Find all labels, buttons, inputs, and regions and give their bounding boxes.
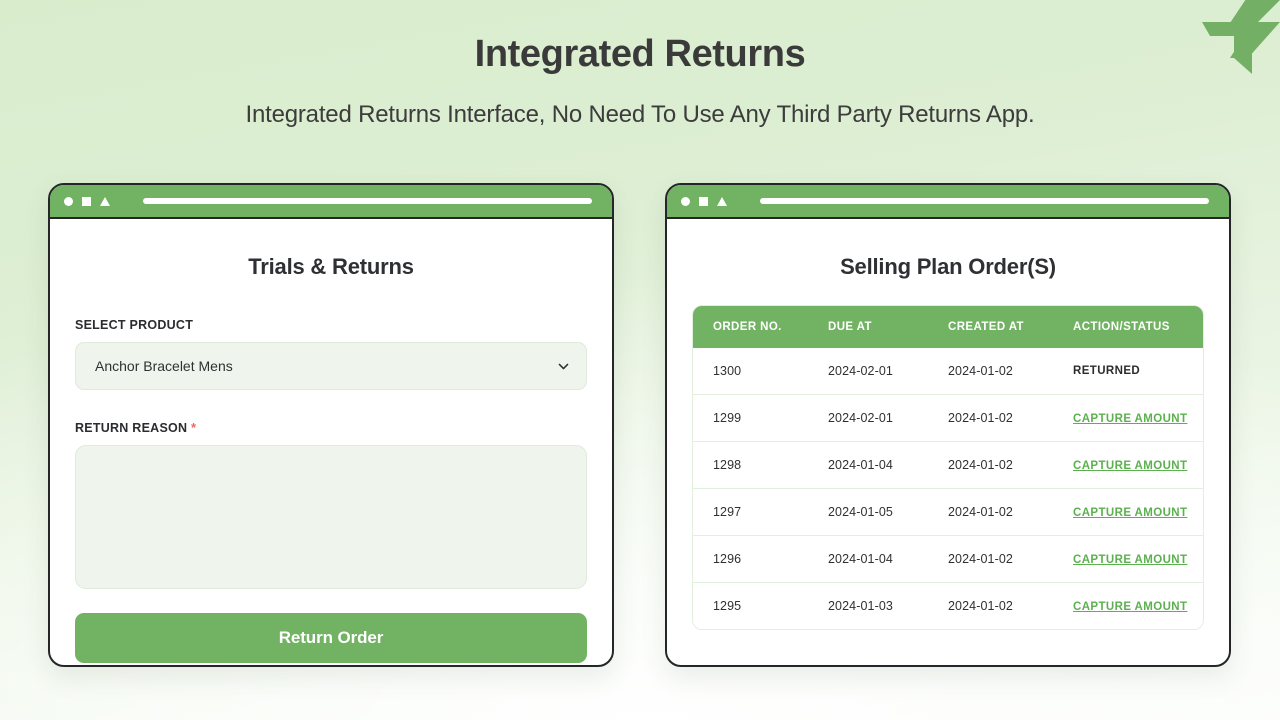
cell-created-at: 2024-01-02 <box>948 364 1013 378</box>
column-header-order-no: ORDER NO. <box>713 321 782 333</box>
cell-order-no: 1300 <box>713 364 742 378</box>
triangle-icon <box>717 196 727 206</box>
table-row: 1295 2024-01-03 2024-01-02 CAPTURE AMOUNT <box>693 582 1203 630</box>
cell-due-at: 2024-01-03 <box>828 599 893 613</box>
browser-chrome-bar-left <box>50 185 612 219</box>
column-header-created-at: CREATED AT <box>948 321 1024 333</box>
cell-due-at: 2024-02-01 <box>828 411 893 425</box>
cell-order-no: 1296 <box>713 552 742 566</box>
return-reason-input[interactable] <box>75 445 587 589</box>
select-product-dropdown[interactable]: Anchor Bracelet Mens <box>75 342 587 390</box>
circle-icon <box>64 196 73 206</box>
cell-due-at: 2024-01-05 <box>828 505 893 519</box>
cell-order-no: 1295 <box>713 599 742 613</box>
cell-created-at: 2024-01-02 <box>948 552 1013 566</box>
table-row: 1296 2024-01-04 2024-01-02 CAPTURE AMOUNT <box>693 535 1203 583</box>
cell-action: CAPTURE AMOUNT <box>1073 395 1203 442</box>
cell-order-no: 1297 <box>713 505 742 519</box>
cell-action: CAPTURE AMOUNT <box>1073 442 1203 489</box>
cell-action: CAPTURE AMOUNT <box>1073 489 1203 536</box>
cell-created-at: 2024-01-02 <box>948 599 1013 613</box>
select-product-value: Anchor Bracelet Mens <box>95 358 233 374</box>
cell-order-no: 1299 <box>713 411 742 425</box>
orders-table: ORDER NO. DUE AT CREATED AT ACTION/STATU… <box>693 306 1203 629</box>
cell-created-at: 2024-01-02 <box>948 505 1013 519</box>
capture-amount-link[interactable]: CAPTURE AMOUNT <box>1073 554 1187 566</box>
orders-table-body: 1300 2024-02-01 2024-01-02 RETURNED 1299 2024… <box>693 348 1203 629</box>
trials-returns-body: Trials & Returns SELECT PRODUCT Anchor B… <box>50 219 612 663</box>
table-row: 1298 2024-01-04 2024-01-02 CAPTURE AMOUNT <box>693 441 1203 489</box>
return-order-button[interactable]: Return Order <box>75 613 587 663</box>
page-subtitle: Integrated Returns Interface, No Need To… <box>245 101 1035 128</box>
selling-plan-orders-body: Selling Plan Order(S) ORDER NO. DUE AT C… <box>667 219 1229 630</box>
chevron-down-icon <box>558 363 569 369</box>
selling-plan-orders-heading: Selling Plan Order(S) <box>840 254 1056 279</box>
table-row: 1297 2024-01-05 2024-01-02 CAPTURE AMOUNT <box>693 488 1203 536</box>
column-header-action: ACTION/STATUS <box>1073 321 1170 333</box>
browser-chrome-bar-right <box>667 185 1229 219</box>
capture-amount-link[interactable]: CAPTURE AMOUNT <box>1073 507 1187 519</box>
page-title: Integrated Returns <box>474 33 806 75</box>
cell-action: CAPTURE AMOUNT <box>1073 583 1203 630</box>
column-header-due-at: DUE AT <box>828 321 872 333</box>
status-badge: RETURNED <box>1073 365 1141 377</box>
square-icon <box>699 196 708 206</box>
capture-amount-link[interactable]: CAPTURE AMOUNT <box>1073 413 1187 425</box>
orders-table-wrapper: ORDER NO. DUE AT CREATED AT ACTION/STATU… <box>692 305 1204 630</box>
select-product-label: SELECT PRODUCT <box>75 318 194 332</box>
cell-created-at: 2024-01-02 <box>948 411 1013 425</box>
trials-returns-heading: Trials & Returns <box>248 254 414 279</box>
cell-order-no: 1298 <box>713 458 742 472</box>
selling-plan-orders-window: Selling Plan Order(S) ORDER NO. DUE AT C… <box>665 183 1231 667</box>
address-bar[interactable] <box>143 198 592 204</box>
capture-amount-link[interactable]: CAPTURE AMOUNT <box>1073 601 1187 613</box>
triangle-icon <box>100 196 110 206</box>
address-bar[interactable] <box>760 198 1209 204</box>
cell-due-at: 2024-01-04 <box>828 458 893 472</box>
return-reason-label-text: RETURN REASON <box>75 421 188 435</box>
page-root: Integrated Returns Integrated Returns In… <box>0 0 1280 720</box>
cell-action: CAPTURE AMOUNT <box>1073 536 1203 583</box>
square-icon <box>82 196 91 206</box>
return-reason-label: RETURN REASON * <box>75 420 587 435</box>
orders-table-head: ORDER NO. DUE AT CREATED AT ACTION/STATU… <box>693 306 1203 348</box>
table-row: 1299 2024-02-01 2024-01-02 CAPTURE AMOUNT <box>693 394 1203 442</box>
cell-due-at: 2024-01-04 <box>828 552 893 566</box>
cell-due-at: 2024-02-01 <box>828 364 893 378</box>
orders-table-header-row: ORDER NO. DUE AT CREATED AT ACTION/STATU… <box>693 306 1203 348</box>
circle-icon <box>681 196 690 206</box>
table-row: 1300 2024-02-01 2024-01-02 RETURNED <box>693 348 1203 395</box>
trials-returns-window: Trials & Returns SELECT PRODUCT Anchor B… <box>48 183 614 667</box>
cell-created-at: 2024-01-02 <box>948 458 1013 472</box>
required-marker: * <box>191 420 197 435</box>
capture-amount-link[interactable]: CAPTURE AMOUNT <box>1073 460 1187 472</box>
